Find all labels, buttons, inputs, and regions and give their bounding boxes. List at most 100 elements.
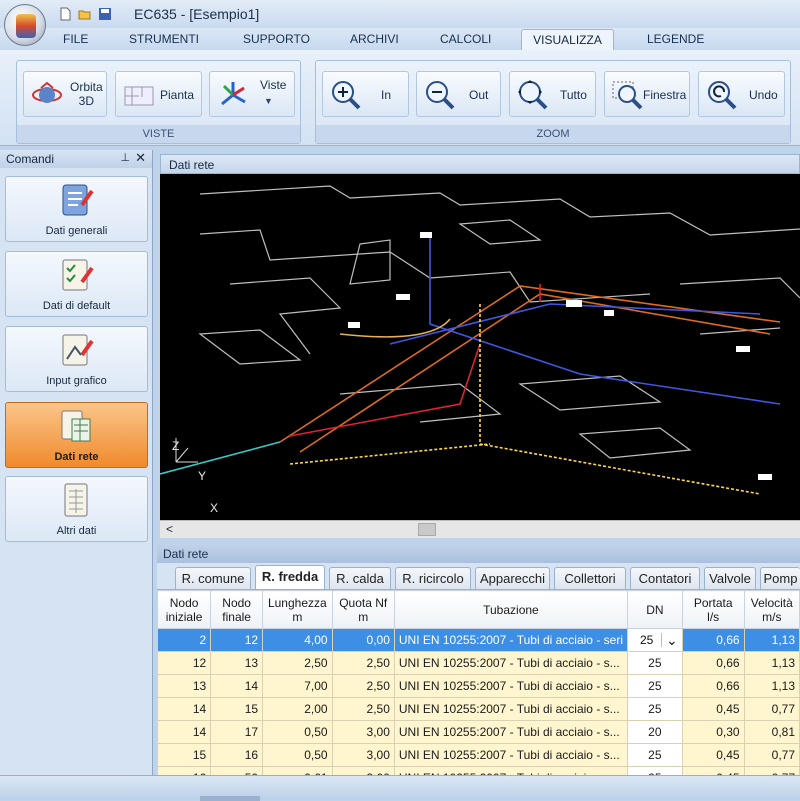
table-cell[interactable]: 2,00 — [262, 697, 333, 721]
table-cell[interactable]: 4,00 — [262, 628, 333, 652]
table-cell[interactable]: 14 — [210, 674, 264, 698]
table-cell[interactable]: 2,50 — [331, 674, 395, 698]
table-row[interactable]: 12 13 2,50 2,50 UNI EN 10255:2007 - Tubi di … — [157, 651, 800, 675]
tab-file[interactable]: FILE — [63, 32, 88, 46]
scroll-left-icon[interactable]: < — [166, 522, 173, 536]
viewport-horizontal-scrollbar[interactable]: < — [160, 520, 800, 538]
table-cell[interactable]: 1,13 — [743, 674, 800, 698]
table-cell[interactable]: 0,77 — [743, 697, 800, 721]
tab-archivi[interactable]: ARCHIVI — [350, 32, 399, 46]
table-cell[interactable]: 13 — [157, 674, 212, 698]
new-file-icon[interactable] — [58, 7, 72, 21]
zoom-in-button[interactable]: In — [322, 71, 409, 117]
col-header-quota[interactable]: Quota Nf m — [331, 590, 395, 629]
col-header-dn[interactable]: DN — [626, 590, 683, 629]
col-header-nodo-iniziale[interactable]: Nodo iniziale — [157, 590, 212, 629]
table-cell[interactable]: 2 — [157, 628, 212, 652]
table-row[interactable]: 14 17 0,50 3,00 UNI EN 10255:2007 - Tubi di … — [157, 720, 800, 744]
table-cell[interactable]: 0,45 — [681, 766, 745, 775]
table-cell[interactable]: 0,66 — [681, 628, 745, 652]
table-cell[interactable]: UNI EN 10255:2007 - Tubi di acciaio - s.… — [393, 697, 628, 721]
dn-cell[interactable]: 25 — [626, 674, 683, 698]
cmd-input-grafico[interactable]: Input grafico — [5, 326, 148, 392]
save-icon[interactable] — [98, 7, 112, 21]
tab-contatori[interactable]: Contatori — [630, 567, 700, 589]
table-row[interactable]: 2 12 4,00 0,00 UNI EN 10255:2007 - Tubi di a… — [157, 628, 800, 652]
tab-r-ricircolo[interactable]: R. ricircolo — [395, 567, 471, 589]
tab-collettori[interactable]: Collettori — [554, 567, 626, 589]
dn-cell[interactable]: 25 — [626, 743, 683, 767]
pin-icon[interactable]: ⊥ — [120, 151, 130, 164]
views-dropdown-button[interactable]: Viste ▼ — [209, 71, 295, 117]
cmd-dati-rete[interactable]: Dati rete — [5, 402, 148, 468]
plan-view-button[interactable]: Pianta — [115, 71, 202, 117]
table-row[interactable]: 14 15 2,00 2,50 UNI EN 10255:2007 - Tubi di … — [157, 697, 800, 721]
dn-cell[interactable]: 25 ⌄ — [626, 628, 683, 652]
table-cell[interactable]: 0,66 — [681, 651, 745, 675]
close-icon[interactable]: ✕ — [135, 150, 146, 166]
table-cell[interactable]: 17 — [210, 720, 264, 744]
dn-cell[interactable]: 25 — [626, 697, 683, 721]
cad-viewport[interactable]: Z Y X — [159, 174, 800, 520]
table-cell[interactable]: 0,77 — [743, 743, 800, 767]
tab-visualizza[interactable]: VISUALIZZA — [521, 29, 614, 51]
table-cell[interactable]: 7,00 — [262, 674, 333, 698]
table-cell[interactable]: 0,81 — [743, 720, 800, 744]
table-row[interactable]: 16500,613,00UNI EN 10255:2007 - Tubi di … — [157, 766, 800, 775]
table-cell[interactable]: 12 — [157, 651, 212, 675]
dn-cell[interactable]: 25 — [626, 651, 683, 675]
scroll-thumb[interactable] — [418, 523, 436, 536]
tab-calcoli[interactable]: CALCOLI — [440, 32, 491, 46]
table-cell[interactable]: 0,30 — [681, 720, 745, 744]
zoom-undo-button[interactable]: Undo — [698, 71, 785, 117]
cmd-dati-generali[interactable]: Dati generali — [5, 176, 148, 242]
table-cell[interactable]: 14 — [157, 697, 212, 721]
table-cell[interactable]: 0,00 — [331, 628, 395, 652]
table-cell[interactable]: 13 — [210, 651, 264, 675]
tab-strumenti[interactable]: STRUMENTI — [129, 32, 199, 46]
table-cell[interactable]: 3,00 — [331, 720, 395, 744]
table-cell[interactable]: 16 — [210, 743, 264, 767]
tab-apparecchi[interactable]: Apparecchi — [475, 567, 550, 589]
dn-select-value[interactable]: 25 — [640, 633, 653, 647]
table-row[interactable]: 13 14 7,00 2,50 UNI EN 10255:2007 - Tubi di … — [157, 674, 800, 698]
open-folder-icon[interactable] — [78, 7, 92, 21]
tab-r-calda[interactable]: R. calda — [329, 567, 391, 589]
table-cell[interactable]: UNI EN 10255:2007 - Tubi di acciaio - s.… — [393, 720, 628, 744]
table-cell[interactable]: 12 — [210, 628, 264, 652]
table-cell[interactable]: UNI EN 10255:2007 - Tubi di acciaio - s.… — [393, 743, 628, 767]
col-header-velocita[interactable]: Velocità m/s — [743, 590, 800, 629]
table-cell[interactable]: 0,61 — [262, 766, 333, 775]
cmd-dati-di-default[interactable]: Dati di default — [5, 251, 148, 317]
table-cell[interactable]: UNI EN 10255:2007 - Tubi di acciaio - s.… — [393, 674, 628, 698]
tab-supporto[interactable]: SUPPORTO — [243, 32, 310, 46]
col-header-lunghezza[interactable]: Lunghezza m — [262, 590, 333, 629]
table-cell[interactable]: 50 — [210, 766, 264, 775]
chevron-down-icon[interactable]: ⌄ — [661, 633, 678, 647]
table-cell[interactable]: 2,50 — [262, 651, 333, 675]
col-header-tubazione[interactable]: Tubazione — [393, 590, 628, 629]
table-cell[interactable]: 16 — [157, 766, 212, 775]
tab-legende[interactable]: LEGENDE — [647, 32, 704, 46]
table-cell[interactable]: UNI EN 10255:2007 - Tubi di acciaio - s.… — [393, 651, 628, 675]
tab-r-comune[interactable]: R. comune — [175, 567, 251, 589]
table-cell[interactable]: 0,50 — [262, 720, 333, 744]
dn-cell[interactable]: 25 — [626, 766, 683, 775]
table-cell[interactable]: 14 — [157, 720, 212, 744]
table-cell[interactable]: UNI EN 10255:2007 - Tubi di acciaio - se… — [393, 628, 628, 652]
table-cell[interactable]: 2,50 — [331, 651, 395, 675]
col-header-portata[interactable]: Portata l/s — [681, 590, 745, 629]
tab-r-fredda[interactable]: R. fredda — [255, 565, 325, 590]
table-cell[interactable]: 3,00 — [331, 766, 395, 775]
col-header-nodo-finale[interactable]: Nodo finale — [210, 590, 264, 629]
table-cell[interactable]: 0,77 — [743, 766, 800, 775]
table-cell[interactable]: 15 — [210, 697, 264, 721]
cmd-altri-dati[interactable]: Altri dati — [5, 476, 148, 542]
tab-pompe[interactable]: Pomp — [760, 567, 800, 589]
tab-valvole[interactable]: Valvole — [704, 567, 756, 589]
table-row[interactable]: 15 16 0,50 3,00 UNI EN 10255:2007 - Tubi di … — [157, 743, 800, 767]
zoom-window-button[interactable]: Finestra — [604, 71, 690, 117]
table-cell[interactable]: 2,50 — [331, 697, 395, 721]
table-cell[interactable]: 0,50 — [262, 743, 333, 767]
zoom-all-button[interactable]: Tutto — [509, 71, 596, 117]
